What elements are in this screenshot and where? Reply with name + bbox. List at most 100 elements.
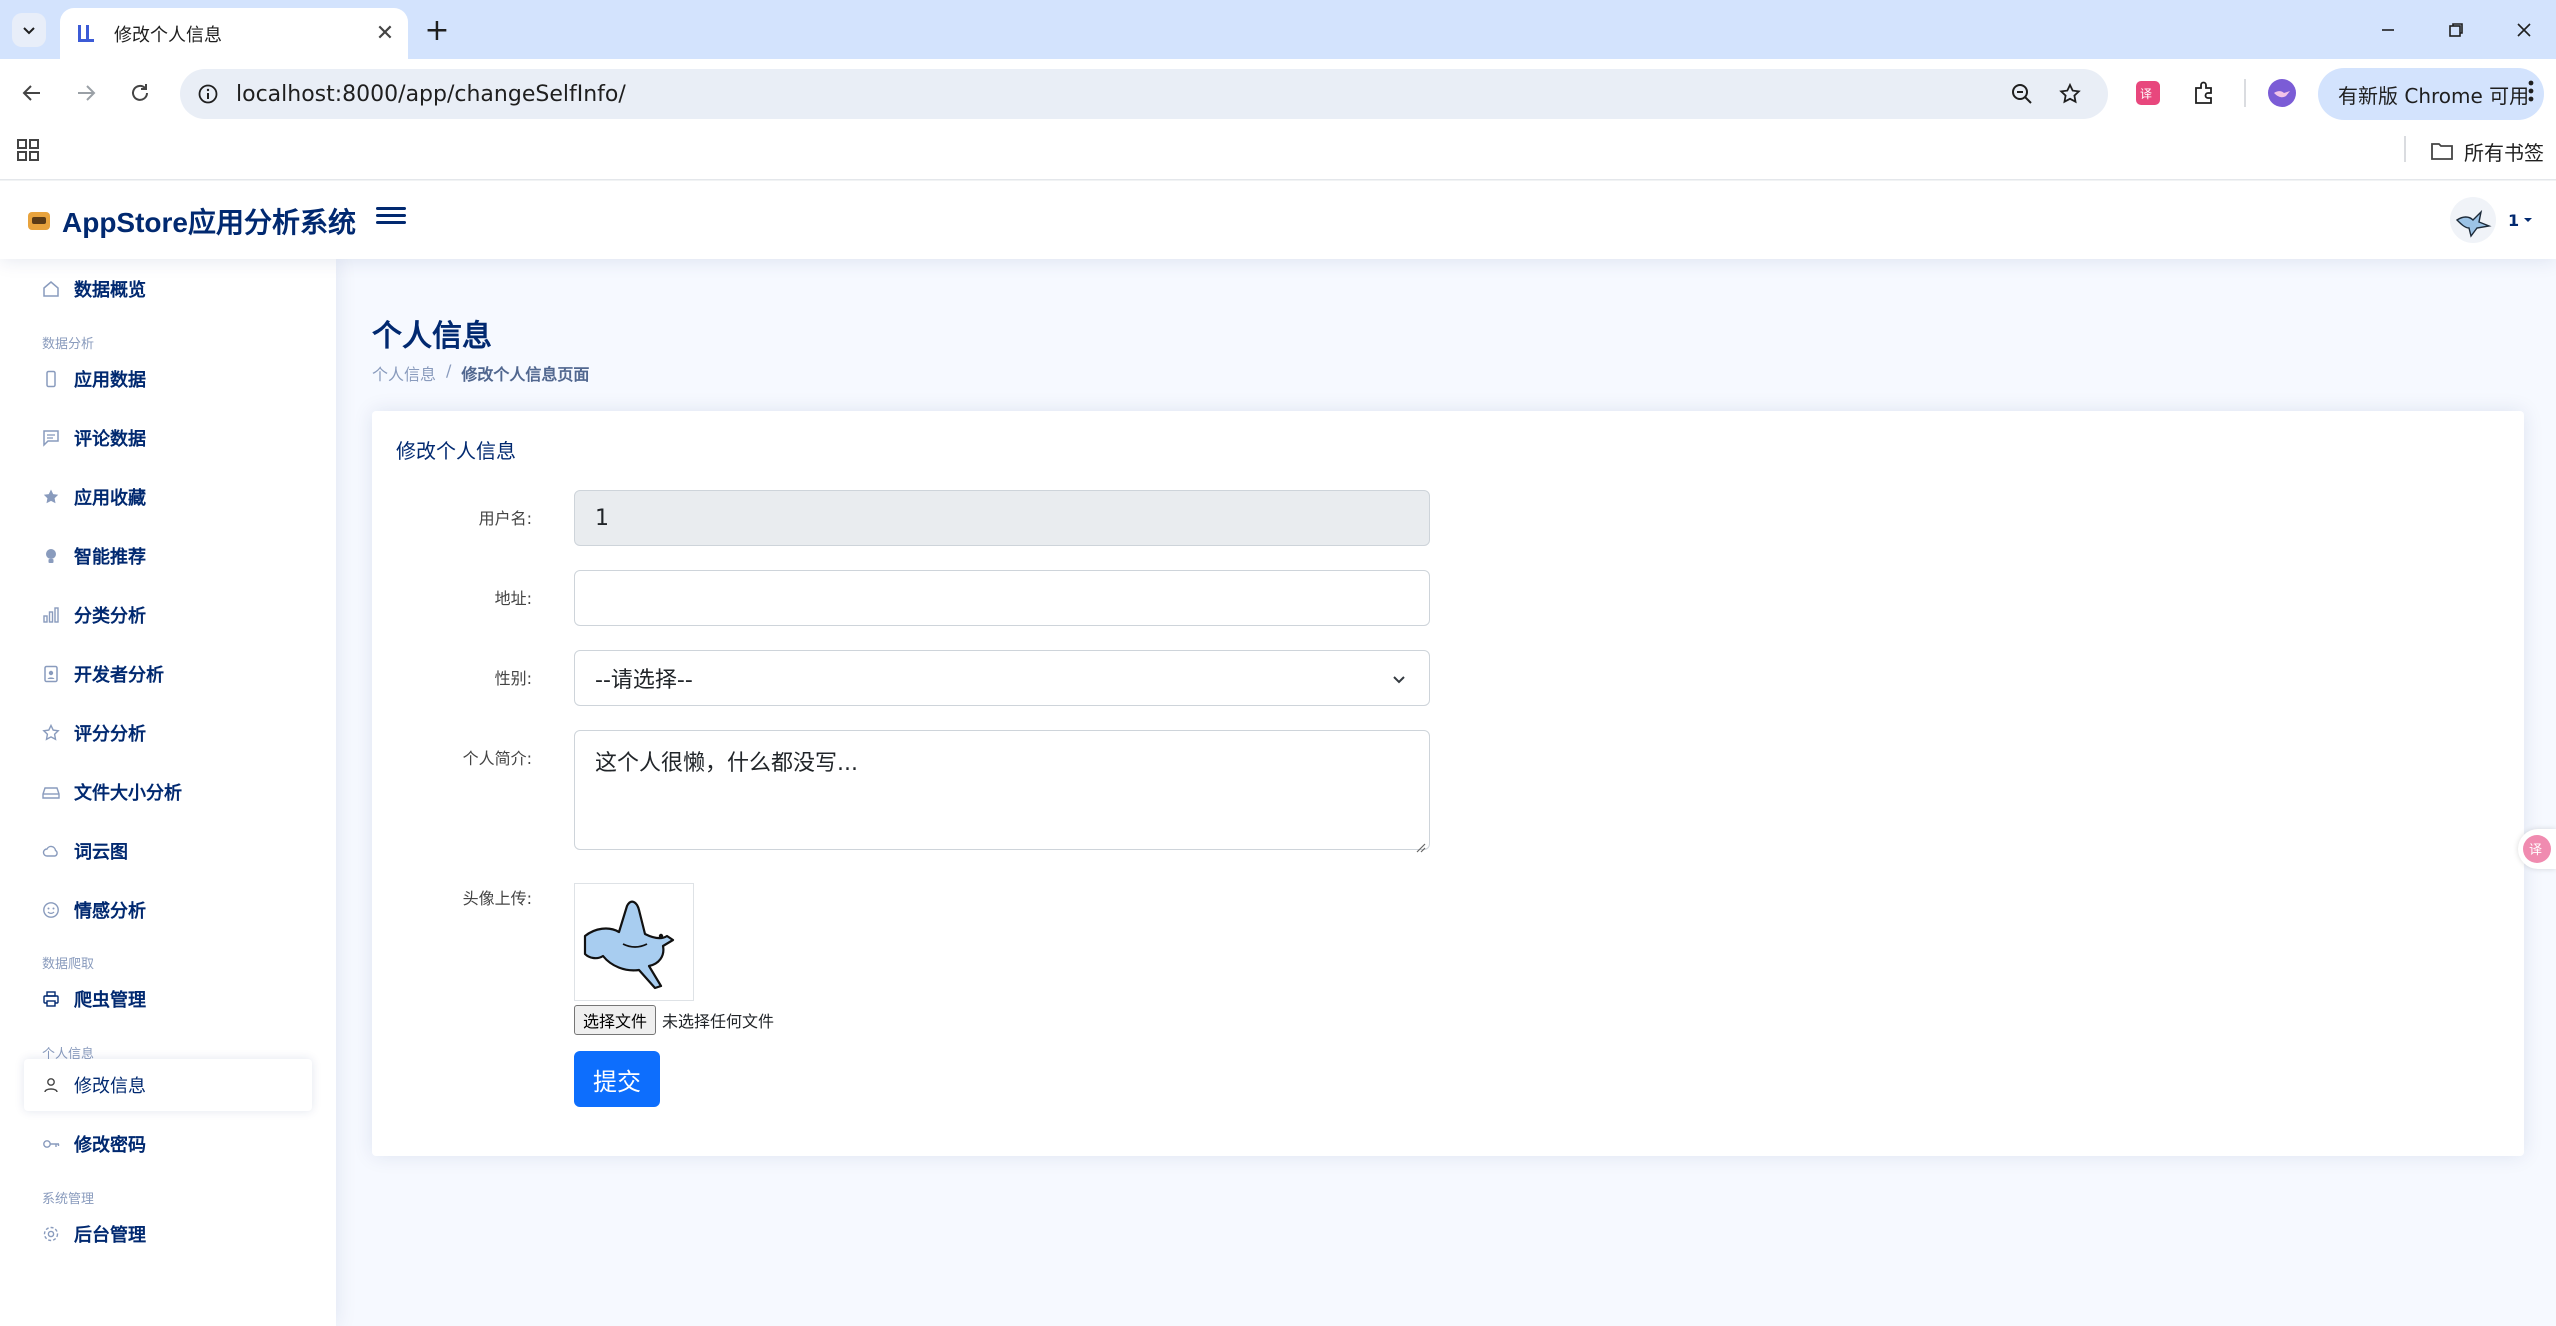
sidebar-item-category[interactable]: 分类分析 (24, 589, 312, 641)
restore-window-icon[interactable] (2426, 10, 2486, 50)
profile-dropdown[interactable]: 1 (2450, 197, 2533, 243)
close-window-icon[interactable] (2494, 10, 2554, 50)
bookmarks-bar: 所有书签 (0, 128, 2556, 180)
star-fill-icon (40, 486, 62, 508)
url-text[interactable]: localhost:8000/app/changeSelfInfo/ (236, 82, 2108, 107)
sidebar-item-overview[interactable]: 数据概览 (24, 263, 312, 315)
svg-text:译: 译 (2529, 843, 2542, 858)
breadcrumb-separator: / (446, 361, 452, 380)
sidebar-item-recommend[interactable]: 智能推荐 (24, 530, 312, 582)
tab-search-chevron-icon[interactable] (12, 13, 46, 47)
bio-textarea[interactable]: 这个人很懒，什么都没写... (574, 730, 1430, 853)
gender-label: 性别: (494, 669, 532, 688)
breadcrumb-link[interactable]: 个人信息 (372, 361, 436, 385)
translate-extension-icon[interactable]: 译 (2126, 71, 2170, 115)
username-label: 用户名: (478, 509, 532, 528)
sidebar-item-edit-info[interactable]: 修改信息 (24, 1059, 312, 1111)
apps-grid-icon[interactable] (16, 138, 44, 166)
all-bookmarks-button[interactable]: 所有书签 (2430, 136, 2544, 166)
bio-text: 这个人很懒，什么都没写... (595, 751, 858, 776)
sidebar-item-app-data[interactable]: 应用数据 (24, 353, 312, 405)
gender-select[interactable]: --请选择-- (574, 650, 1430, 706)
browser-tab[interactable]: 修改个人信息 ✕ (60, 8, 408, 59)
address-input[interactable] (574, 570, 1430, 626)
more-menu-icon[interactable] (2528, 80, 2534, 108)
minimize-window-icon[interactable] (2358, 10, 2418, 50)
submit-button[interactable]: 提交 (574, 1051, 660, 1107)
choose-file-button[interactable]: 选择文件 (574, 1005, 657, 1035)
forward-arrow-icon[interactable] (66, 73, 106, 113)
sidebar-item-sentiment[interactable]: 情感分析 (24, 884, 312, 936)
logo-icon (28, 212, 50, 230)
browser-toolbar: localhost:8000/app/changeSelfInfo/ 译 有新版… (0, 59, 2556, 128)
sidebar-item-label: 文件大小分析 (74, 783, 182, 804)
bookmarks-divider (2404, 136, 2406, 162)
toggle-sidebar-icon[interactable] (376, 203, 406, 233)
sidebar-item-comment-data[interactable]: 评论数据 (24, 412, 312, 464)
chevron-down-icon (1389, 669, 1409, 689)
gender-selected-value: --请选择-- (595, 668, 693, 693)
bookmark-star-icon[interactable] (2052, 80, 2088, 108)
floating-translate-widget[interactable]: 译 (2518, 829, 2556, 869)
sidebar-item-label: 评论数据 (74, 429, 146, 450)
username-label: 1 (2508, 210, 2520, 230)
sidebar-item-developer[interactable]: 开发者分析 (24, 648, 312, 700)
lightbulb-icon (40, 545, 62, 567)
resize-grip-icon[interactable] (1414, 834, 1426, 853)
sidebar-item-label: 开发者分析 (74, 665, 164, 686)
avatar-upload-label: 头像上传: (462, 889, 532, 908)
breadcrumb: 个人信息 / 修改个人信息页面 (372, 361, 589, 385)
user-avatar (2450, 197, 2496, 243)
chrome-update-button[interactable]: 有新版 Chrome 可用 (2318, 68, 2544, 120)
bio-label: 个人简介: (462, 749, 532, 768)
tab-favicon-icon (74, 22, 98, 46)
file-status-text: 未选择任何文件 (662, 1012, 775, 1031)
toolbar-divider (2244, 79, 2246, 107)
sidebar-item-filesize[interactable]: 文件大小分析 (24, 766, 312, 818)
address-label: 地址: (494, 589, 532, 608)
sidebar-heading: 系统管理 (42, 1192, 95, 1207)
avatar-preview-image (574, 883, 694, 1001)
gear-icon (40, 1223, 62, 1245)
breadcrumb-current: 修改个人信息页面 (461, 365, 590, 384)
sidebar-item-admin[interactable]: 后台管理 (24, 1208, 312, 1260)
reload-icon[interactable] (120, 73, 160, 113)
back-arrow-icon[interactable] (12, 73, 52, 113)
sidebar-item-favorites[interactable]: 应用收藏 (24, 471, 312, 523)
extensions-puzzle-icon[interactable] (2182, 71, 2226, 115)
zoom-icon[interactable] (2004, 80, 2040, 108)
page-title-block: 个人信息 个人信息 / 修改个人信息页面 (372, 311, 589, 385)
sidebar-nav: 数据概览 数据分析 应用数据 评论数据 应用收藏 智能推荐 分类分析 开发者分析 (0, 259, 336, 1326)
brand-name: AppStore应用分析系统 (62, 207, 357, 238)
sidebar-item-label: 情感分析 (74, 901, 146, 922)
house-icon (40, 278, 62, 300)
brand-logo[interactable]: AppStore应用分析系统 (28, 201, 356, 241)
key-icon (40, 1133, 62, 1155)
file-upload-row: 选择文件 未选择任何文件 (574, 1005, 774, 1035)
browser-tab-strip: 修改个人信息 ✕ + (0, 0, 2556, 59)
chrome-update-label: 有新版 Chrome 可用 (2338, 83, 2530, 108)
person-icon (40, 1074, 62, 1096)
app-header: AppStore应用分析系统 1 (0, 181, 2556, 259)
sidebar-item-label: 修改信息 (74, 1076, 146, 1097)
sidebar-item-label: 爬虫管理 (74, 990, 146, 1011)
tab-close-icon[interactable]: ✕ (370, 19, 400, 49)
sidebar-item-label: 智能推荐 (74, 547, 146, 568)
site-info-icon[interactable] (180, 83, 236, 105)
sidebar-item-rating[interactable]: 评分分析 (24, 707, 312, 759)
page-viewport: AppStore应用分析系统 1 数据概览 数据分析 应用数据 评论数据 应用收… (0, 181, 2556, 1326)
sidebar-item-wordcloud[interactable]: 词云图 (24, 825, 312, 877)
card-title: 修改个人信息 (396, 441, 516, 463)
sidebar-item-change-password[interactable]: 修改密码 (24, 1118, 312, 1170)
person-badge-icon (40, 663, 62, 685)
sidebar-item-label: 词云图 (74, 842, 128, 863)
profile-avatar-icon[interactable] (2260, 71, 2304, 115)
sidebar-item-label: 应用收藏 (74, 488, 146, 509)
sidebar-item-crawler[interactable]: 爬虫管理 (24, 973, 312, 1025)
sidebar-item-label: 分类分析 (74, 606, 146, 627)
all-bookmarks-label: 所有书签 (2464, 140, 2544, 165)
sidebar-heading: 数据分析 (42, 337, 95, 352)
address-bar[interactable]: localhost:8000/app/changeSelfInfo/ (180, 69, 2108, 119)
emoji-icon (40, 899, 62, 921)
new-tab-button[interactable]: + (420, 13, 454, 48)
